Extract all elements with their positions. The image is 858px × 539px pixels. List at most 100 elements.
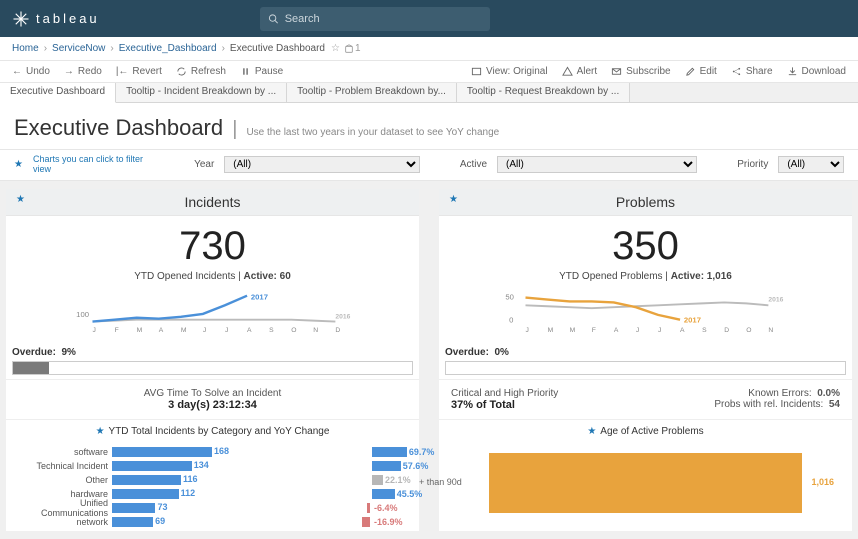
- problems-subtitle: YTD Opened Problems | Active: 1,016: [439, 271, 852, 288]
- search-input[interactable]: [285, 13, 482, 25]
- incidents-header: ★ Incidents: [6, 189, 419, 216]
- problems-trend-chart[interactable]: 50 0 2017 2016 J M M F A J J A S D O N: [439, 288, 852, 345]
- svg-text:J: J: [658, 327, 661, 334]
- bc-2[interactable]: Executive_Dashboard: [119, 43, 217, 54]
- undo-button[interactable]: ←Undo: [6, 64, 56, 79]
- tab-problem-tooltip[interactable]: Tooltip - Problem Breakdown by...: [287, 83, 457, 102]
- refresh-button[interactable]: Refresh: [170, 64, 232, 79]
- svg-text:2017: 2017: [684, 316, 701, 325]
- problems-age-header: ★Age of Active Problems: [439, 419, 852, 443]
- category-row[interactable]: Unified Communications 73 -6.4%: [12, 501, 413, 515]
- tab-executive-dashboard[interactable]: Executive Dashboard: [0, 83, 116, 103]
- incidents-trend-chart[interactable]: 100 2017 2016 J F M A M J J A S O N D: [6, 288, 419, 345]
- logo-text: tableau: [36, 11, 100, 26]
- svg-text:N: N: [313, 327, 318, 334]
- svg-text:50: 50: [505, 293, 514, 302]
- priority-select[interactable]: (All): [778, 156, 844, 173]
- svg-text:2017: 2017: [251, 293, 268, 302]
- tab-request-tooltip[interactable]: Tooltip - Request Breakdown by ...: [457, 83, 630, 102]
- problems-big-number[interactable]: 350: [439, 216, 852, 271]
- category-row[interactable]: software 168 69.7%: [12, 445, 413, 459]
- favorite-star-icon[interactable]: ☆: [331, 43, 340, 54]
- incidents-big-number[interactable]: 730: [6, 216, 419, 271]
- svg-text:O: O: [746, 327, 751, 334]
- incidents-avg-time: AVG Time To Solve an Incident 3 day(s) 2…: [6, 379, 419, 419]
- incidents-panel: ★ Incidents 730 YTD Opened Incidents | A…: [6, 189, 419, 531]
- svg-text:N: N: [768, 327, 773, 334]
- svg-text:S: S: [269, 327, 274, 334]
- bc-home[interactable]: Home: [12, 43, 39, 54]
- priority-label: Priority: [737, 159, 768, 170]
- tab-incident-tooltip[interactable]: Tooltip - Incident Breakdown by ...: [116, 83, 287, 102]
- incidents-category-chart[interactable]: software 168 69.7% Technical Incident 13…: [6, 443, 419, 531]
- year-label: Year: [194, 159, 214, 170]
- svg-text:F: F: [592, 327, 596, 334]
- svg-text:A: A: [680, 327, 685, 334]
- category-row[interactable]: Technical Incident 134 57.6%: [12, 459, 413, 473]
- sheet-tabs: Executive Dashboard Tooltip - Incident B…: [0, 83, 858, 103]
- page-subtitle: Use the last two years in your dataset t…: [246, 127, 499, 138]
- svg-text:0: 0: [509, 316, 513, 325]
- breadcrumb: Home› ServiceNow› Executive_Dashboard› E…: [0, 37, 858, 61]
- search-box[interactable]: [260, 7, 490, 31]
- incidents-category-header: ★YTD Total Incidents by Category and YoY…: [6, 419, 419, 443]
- svg-text:M: M: [137, 327, 143, 334]
- view-button[interactable]: View: Original: [465, 64, 554, 79]
- svg-text:M: M: [548, 327, 554, 334]
- filter-hint: Charts you can click to filter view: [33, 154, 154, 174]
- active-label: Active: [460, 159, 487, 170]
- svg-text:M: M: [181, 327, 187, 334]
- filter-star-icon: ★: [14, 159, 23, 170]
- category-row[interactable]: network 69 -16.9%: [12, 515, 413, 529]
- svg-text:J: J: [225, 327, 228, 334]
- page-title: Executive Dashboard: [14, 115, 223, 140]
- filter-row: ★ Charts you can click to filter view Ye…: [0, 150, 858, 181]
- bc-1[interactable]: ServiceNow: [52, 43, 105, 54]
- incidents-subtitle: YTD Opened Incidents | Active: 60: [6, 271, 419, 288]
- svg-text:J: J: [636, 327, 639, 334]
- active-select[interactable]: (All): [497, 156, 697, 173]
- toolbar: ←Undo →Redo |←Revert Refresh Pause View:…: [0, 61, 858, 83]
- top-nav: tableau: [0, 0, 858, 37]
- title-bar: Executive Dashboard | Use the last two y…: [0, 103, 858, 150]
- share-button[interactable]: Share: [725, 64, 779, 79]
- problems-header: ★ Problems: [439, 189, 852, 216]
- svg-text:J: J: [203, 327, 206, 334]
- svg-text:D: D: [724, 327, 729, 334]
- incidents-overdue[interactable]: Overdue: 9%: [6, 345, 419, 379]
- svg-text:D: D: [335, 327, 340, 334]
- dashboard-body: ★ Incidents 730 YTD Opened Incidents | A…: [0, 181, 858, 539]
- year-select[interactable]: (All): [224, 156, 420, 173]
- svg-text:S: S: [702, 327, 707, 334]
- tableau-logo-icon: [12, 10, 30, 28]
- svg-text:A: A: [159, 327, 164, 334]
- svg-text:A: A: [247, 327, 252, 334]
- download-button[interactable]: Download: [781, 64, 852, 79]
- edit-button[interactable]: Edit: [679, 64, 723, 79]
- pause-button[interactable]: Pause: [234, 64, 289, 79]
- redo-button[interactable]: →Redo: [58, 64, 108, 79]
- svg-text:2016: 2016: [768, 296, 783, 303]
- views-icon[interactable]: 1: [344, 43, 361, 54]
- svg-text:F: F: [115, 327, 119, 334]
- alert-button[interactable]: Alert: [556, 64, 604, 79]
- problems-age-chart[interactable]: + than 90d 1,016: [439, 443, 852, 523]
- category-row[interactable]: Other 116 22.1%: [12, 473, 413, 487]
- tableau-logo[interactable]: tableau: [12, 10, 100, 28]
- star-icon: ★: [16, 194, 25, 205]
- problems-stats: Critical and High Priority 37% of Total …: [439, 379, 852, 419]
- svg-text:O: O: [291, 327, 296, 334]
- svg-text:J: J: [93, 327, 96, 334]
- svg-text:A: A: [614, 327, 619, 334]
- subscribe-button[interactable]: Subscribe: [605, 64, 676, 79]
- search-icon: [268, 13, 279, 25]
- bc-current: Executive Dashboard: [230, 43, 325, 54]
- svg-text:J: J: [526, 327, 529, 334]
- svg-text:2016: 2016: [335, 314, 350, 321]
- svg-text:M: M: [570, 327, 576, 334]
- revert-button[interactable]: |←Revert: [110, 64, 168, 79]
- svg-text:100: 100: [76, 310, 89, 319]
- problems-panel: ★ Problems 350 YTD Opened Problems | Act…: [439, 189, 852, 531]
- problems-overdue[interactable]: Overdue: 0%: [439, 345, 852, 379]
- star-icon: ★: [449, 194, 458, 205]
